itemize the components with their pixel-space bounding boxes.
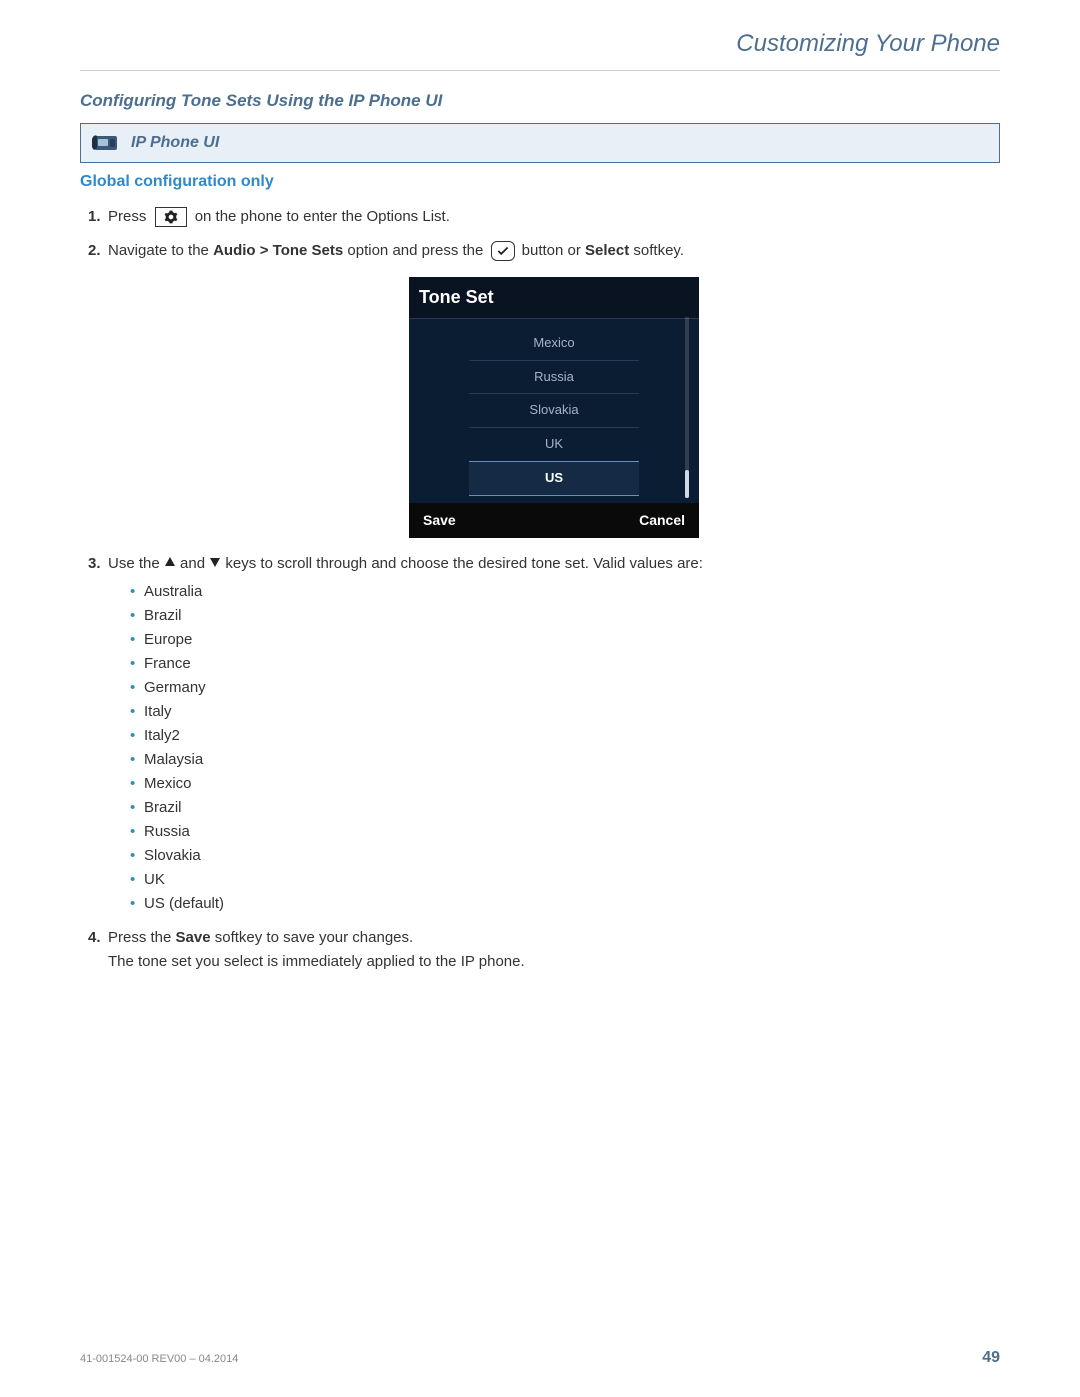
up-arrow-icon — [164, 552, 176, 576]
tone-set-option: Russia — [469, 360, 639, 394]
step-4-mid: softkey to save your changes. — [211, 929, 414, 946]
step-4-save: Save — [176, 929, 211, 946]
ip-phone-ui-box: IP Phone UI — [80, 123, 1000, 163]
step-4: 4. Press the Save softkey to save your c… — [88, 926, 1000, 974]
footer-page-number: 49 — [982, 1349, 1000, 1367]
list-item: Mexico — [132, 772, 1000, 796]
step-3-post: keys to scroll through and choose the de… — [221, 555, 703, 572]
footer-doc-id: 41-001524-00 REV00 – 04.2014 — [80, 1353, 238, 1365]
header-rule — [80, 70, 1000, 71]
step-1-pre: Press — [108, 208, 146, 225]
list-item: Slovakia — [132, 844, 1000, 868]
ip-phone-ui-label: IP Phone UI — [131, 134, 219, 152]
screenshot-save-softkey: Save — [423, 509, 456, 531]
tone-set-option: Slovakia — [469, 393, 639, 427]
step-1: 1. Press on the phone to enter the Optio… — [88, 205, 1000, 229]
step-4-pre: Press the — [108, 929, 176, 946]
page-header: Customizing Your Phone — [80, 30, 1000, 70]
step-1-post: on the phone to enter the Options List. — [195, 208, 450, 225]
tone-set-option: US — [469, 461, 639, 496]
step-2-pre: Navigate to the — [108, 242, 213, 259]
page-footer: 41-001524-00 REV00 – 04.2014 49 — [80, 1349, 1000, 1367]
step-2-mid: option and press the — [343, 242, 487, 259]
list-item: UK — [132, 868, 1000, 892]
list-item: Germany — [132, 676, 1000, 700]
check-button-icon — [491, 241, 515, 261]
down-arrow-icon — [209, 552, 221, 576]
list-item: Europe — [132, 628, 1000, 652]
step-2-posta: button or — [518, 242, 586, 259]
section-title: Configuring Tone Sets Using the IP Phone… — [80, 91, 1000, 111]
list-item: Malaysia — [132, 748, 1000, 772]
step-1-number: 1. — [88, 205, 101, 229]
list-item: Italy2 — [132, 724, 1000, 748]
phone-screenshot: Tone Set MexicoRussiaSlovakiaUKUS Save C… — [409, 277, 699, 538]
list-item: Brazil — [132, 796, 1000, 820]
step-2: 2. Navigate to the Audio > Tone Sets opt… — [88, 239, 1000, 538]
step-3-pre: Use the — [108, 555, 164, 572]
step-2-select: Select — [585, 242, 629, 259]
step-3: 3. Use the and keys to scroll through an… — [88, 552, 1000, 916]
phone-icon — [91, 130, 121, 156]
screenshot-softkeys: Save Cancel — [409, 503, 699, 537]
list-item: Russia — [132, 820, 1000, 844]
list-item: Italy — [132, 700, 1000, 724]
step-2-number: 2. — [88, 239, 101, 263]
step-3-number: 3. — [88, 552, 101, 576]
tone-set-option: Mexico — [469, 327, 639, 360]
global-configuration-heading: Global configuration only — [80, 173, 1000, 191]
list-item: Brazil — [132, 604, 1000, 628]
list-item: France — [132, 652, 1000, 676]
step-2-path: Audio > Tone Sets — [213, 242, 343, 259]
screenshot-scroll-thumb — [685, 470, 689, 498]
list-item: US (default) — [132, 892, 1000, 916]
step-4-number: 4. — [88, 926, 101, 950]
screenshot-list: MexicoRussiaSlovakiaUKUS — [409, 319, 699, 504]
screenshot-cancel-softkey: Cancel — [639, 509, 685, 531]
step-4-line2: The tone set you select is immediately a… — [108, 953, 525, 970]
list-item: Australia — [132, 580, 1000, 604]
screenshot-title: Tone Set — [409, 277, 699, 319]
screenshot-scrollbar — [685, 317, 689, 498]
valid-values-list: AustraliaBrazilEuropeFranceGermanyItalyI… — [132, 580, 1000, 916]
step-2-postb: softkey. — [629, 242, 684, 259]
options-key-icon — [155, 207, 187, 227]
tone-set-option: UK — [469, 427, 639, 461]
step-3-mid: and — [176, 555, 209, 572]
